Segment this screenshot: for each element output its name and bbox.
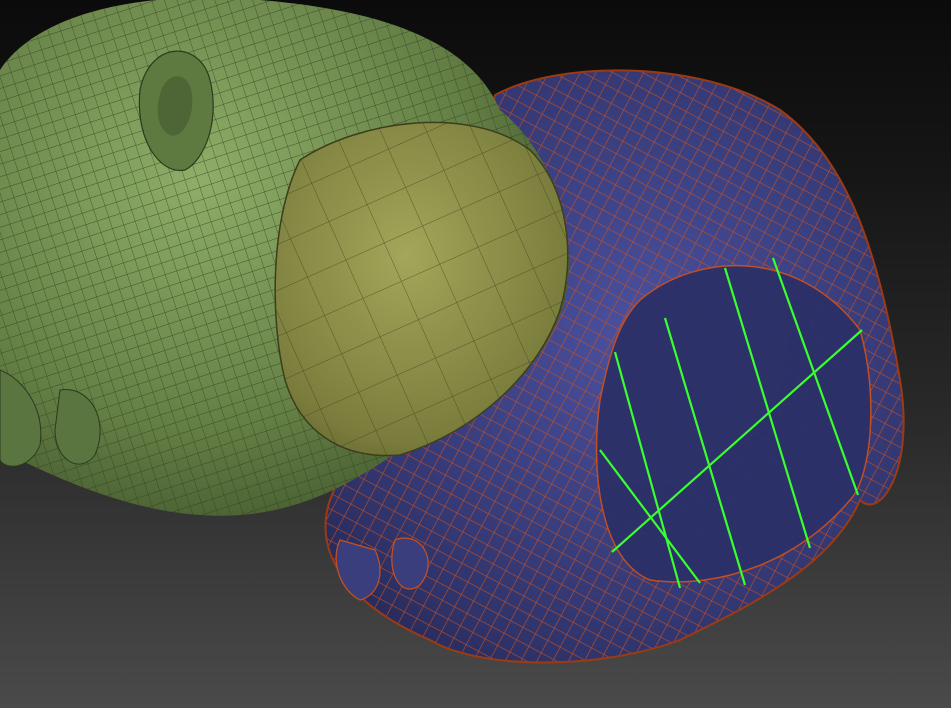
- sculpt-scene[interactable]: [0, 0, 951, 708]
- blue-head-nose: [335, 539, 381, 601]
- 3d-viewport[interactable]: [0, 0, 951, 708]
